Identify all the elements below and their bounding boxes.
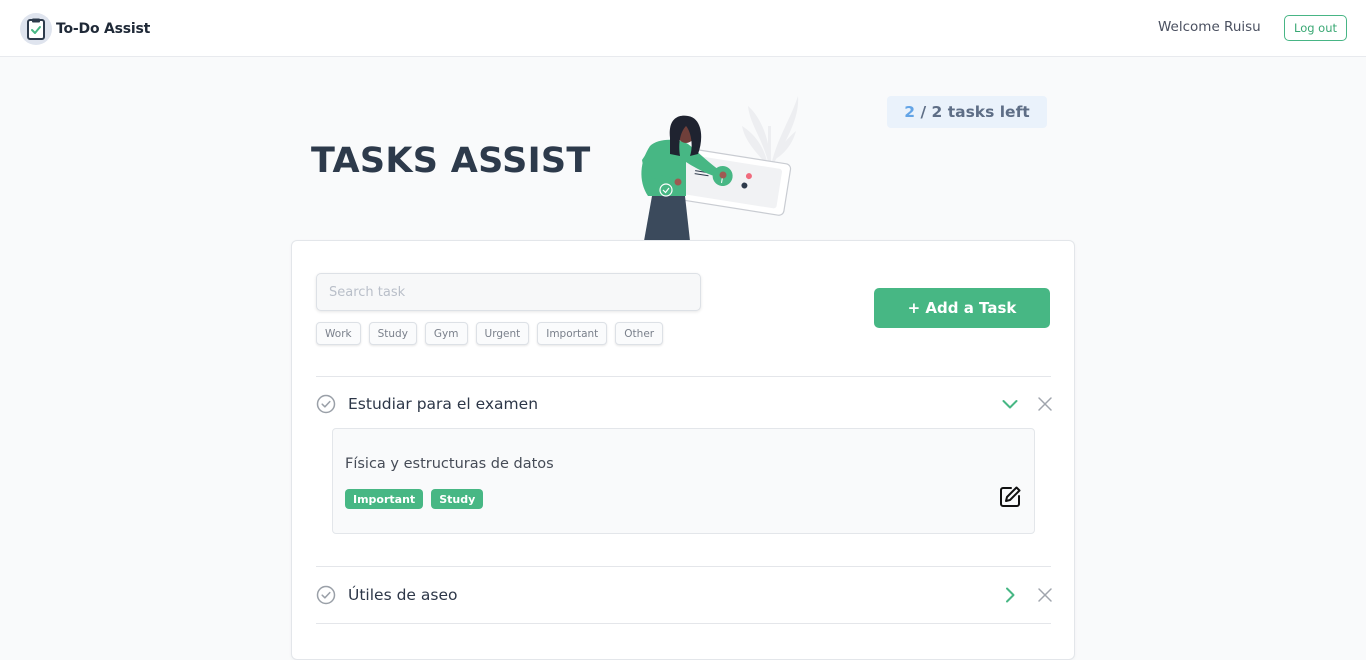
- filter-chips: Work Study Gym Urgent Important Other: [316, 322, 664, 345]
- filter-chip-urgent[interactable]: Urgent: [475, 322, 530, 345]
- divider: [316, 376, 1051, 377]
- add-task-button[interactable]: + Add a Task: [874, 288, 1050, 328]
- tasks-left-badge: 2 / 2 tasks left: [887, 96, 1047, 128]
- brand[interactable]: To-Do Assist: [20, 12, 150, 45]
- close-icon[interactable]: [1037, 587, 1053, 603]
- circle-check-icon[interactable]: [316, 585, 336, 605]
- task-description: Física y estructuras de datos: [345, 456, 554, 472]
- divider: [316, 566, 1051, 567]
- tag-important: Important: [345, 489, 424, 509]
- task-title: Útiles de aseo: [348, 586, 458, 604]
- circle-check-icon[interactable]: [316, 394, 336, 414]
- tasks-card: Work Study Gym Urgent Important Other + …: [291, 240, 1075, 660]
- filter-chip-important[interactable]: Important: [537, 322, 608, 345]
- task-row: Útiles de aseo: [316, 580, 1053, 610]
- filter-chip-other[interactable]: Other: [615, 322, 664, 345]
- logout-button[interactable]: Log out: [1284, 15, 1347, 41]
- close-icon[interactable]: [1037, 396, 1053, 412]
- tag-study: Study: [431, 489, 484, 509]
- task-tags: Important Study: [345, 489, 484, 509]
- task-row: Estudiar para el examen: [316, 389, 1053, 419]
- navbar: To-Do Assist Welcome Ruisu Log out: [0, 0, 1366, 57]
- filter-chip-study[interactable]: Study: [368, 322, 417, 345]
- chevron-down-icon[interactable]: [1000, 394, 1020, 414]
- page-title: TASKS ASSIST: [311, 141, 591, 181]
- tasks-left-count: 2: [904, 103, 916, 121]
- clipboard-check-icon: [20, 12, 52, 45]
- chevron-right-icon[interactable]: [1000, 585, 1020, 605]
- welcome-text: Welcome Ruisu: [1158, 19, 1261, 35]
- filter-chip-work[interactable]: Work: [316, 322, 361, 345]
- edit-icon[interactable]: [998, 485, 1022, 509]
- search-input[interactable]: [316, 273, 701, 311]
- task-details: Física y estructuras de datos Important …: [332, 428, 1035, 534]
- tasks-left-label: / 2 tasks left: [915, 103, 1030, 121]
- filter-chip-gym[interactable]: Gym: [424, 322, 468, 345]
- divider: [316, 623, 1051, 624]
- brand-name: To-Do Assist: [56, 20, 151, 37]
- hero-illustration: [630, 86, 800, 241]
- task-title: Estudiar para el examen: [348, 395, 539, 413]
